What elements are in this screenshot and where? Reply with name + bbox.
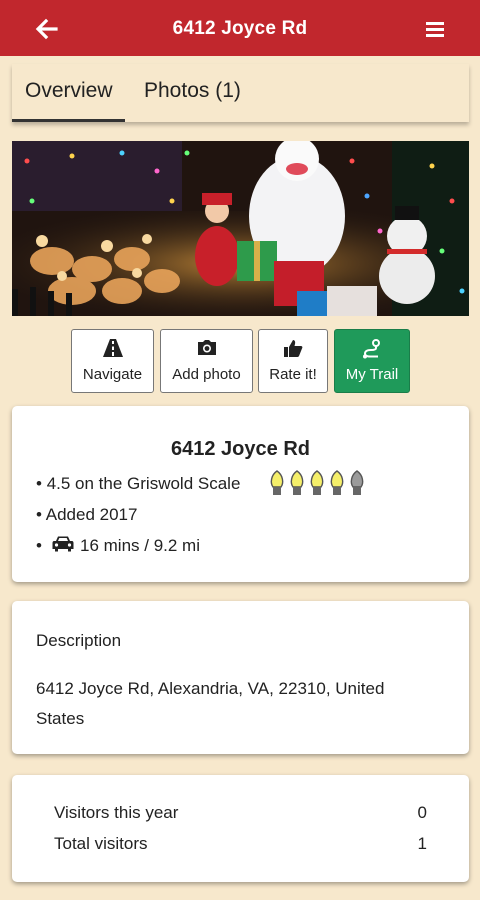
camera-icon xyxy=(197,340,216,355)
bullet: • xyxy=(36,505,42,524)
tab-photos[interactable]: Photos (1) xyxy=(131,64,271,122)
stat-value: 0 xyxy=(417,803,427,822)
navigate-button[interactable]: Navigate xyxy=(71,329,154,393)
my-trail-button[interactable]: My Trail xyxy=(334,329,410,393)
trail-icon xyxy=(363,339,380,359)
description-body: 6412 Joyce Rd, Alexandria, VA, 22310, Un… xyxy=(36,679,385,728)
stat-row: Visitors this year 0 xyxy=(54,803,427,823)
address-title: 6412 Joyce Rd xyxy=(171,438,310,460)
bulb-icon-1 xyxy=(270,470,284,495)
bulb-icon-5 xyxy=(350,470,364,495)
app-bar: 6412 Joyce Rd xyxy=(0,0,480,56)
my-trail-label: My Trail xyxy=(345,366,399,383)
bulb-icon-3 xyxy=(310,470,324,495)
navigate-label: Navigate xyxy=(82,366,143,383)
drive-time-line: • 16 mins / 9.2 mi xyxy=(36,536,200,556)
griswold-scale-text: 4.5 on the Griswold Scale xyxy=(46,474,241,493)
christmas-lights-image xyxy=(12,141,469,316)
added-text: Added 2017 xyxy=(45,505,138,524)
add-photo-label: Add photo xyxy=(172,366,241,383)
stat-value: 1 xyxy=(417,834,427,853)
menu-button[interactable] xyxy=(418,12,452,46)
bulb-icon-2 xyxy=(290,470,304,495)
visitor-stats-card: Visitors this year 0 Total visitors 1 xyxy=(12,775,469,882)
griswold-scale-line: • 4.5 on the Griswold Scale xyxy=(36,474,240,494)
rate-button[interactable]: Rate it! xyxy=(258,329,328,393)
stat-label: Visitors this year xyxy=(54,803,179,822)
stat-label: Total visitors xyxy=(54,834,148,853)
tab-bar: Overview Photos (1) xyxy=(12,64,469,122)
bullet: • xyxy=(36,536,42,555)
bullet: • xyxy=(36,474,42,493)
bulb-icon-4 xyxy=(330,470,344,495)
thumbs-up-icon xyxy=(284,340,303,357)
drive-time-text: 16 mins / 9.2 mi xyxy=(80,536,200,555)
page-title: 6412 Joyce Rd xyxy=(172,18,308,39)
tab-overview[interactable]: Overview xyxy=(12,64,125,122)
added-line: • Added 2017 xyxy=(36,505,137,525)
car-icon xyxy=(52,536,74,552)
action-buttons: Navigate Add photo Rate it! My Trail xyxy=(0,329,480,393)
stat-row: Total visitors 1 xyxy=(54,834,427,854)
description-card: Description 6412 Joyce Rd, Alexandria, V… xyxy=(12,601,469,754)
house-photo[interactable] xyxy=(12,141,469,316)
hamburger-menu-icon xyxy=(426,22,444,37)
rating-bulbs xyxy=(270,470,364,495)
description-heading: Description xyxy=(36,631,122,650)
summary-card: 6412 Joyce Rd • 4.5 on the Griswold Scal… xyxy=(12,406,469,582)
road-icon xyxy=(102,339,123,357)
rate-label: Rate it! xyxy=(269,366,317,383)
add-photo-button[interactable]: Add photo xyxy=(160,329,253,393)
